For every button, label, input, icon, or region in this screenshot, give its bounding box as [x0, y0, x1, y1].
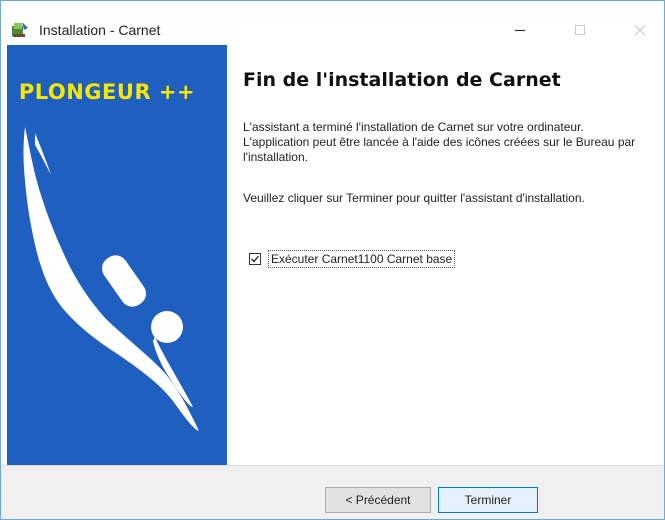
wizard-content: Fin de l'installation de Carnet L'assist…: [227, 45, 664, 465]
button-bar: < Précédent Terminer: [1, 465, 664, 519]
installer-window: Installation - Carnet PLONGEUR ++ Fin de…: [0, 0, 665, 520]
checkmark-icon: [251, 255, 260, 263]
title-bar[interactable]: Installation - Carnet: [1, 1, 664, 41]
page-title: Fin de l'installation de Carnet: [243, 69, 561, 91]
run-app-option[interactable]: Exécuter Carnet1100 Carnet base: [249, 250, 456, 268]
close-button[interactable]: [617, 15, 663, 45]
wizard-banner: PLONGEUR ++: [7, 45, 227, 465]
finish-instruction: Veuillez cliquer sur Terminer pour quitt…: [243, 191, 585, 205]
diver-silhouette-icon: [23, 127, 199, 431]
window-title: Installation - Carnet: [39, 22, 161, 38]
finish-button[interactable]: Terminer: [438, 487, 538, 513]
banner-title: PLONGEUR ++: [18, 80, 196, 104]
run-app-label[interactable]: Exécuter Carnet1100 Carnet base: [268, 250, 456, 268]
minimize-icon: [515, 30, 525, 31]
maximize-icon: [575, 25, 585, 35]
setup-app-icon: [11, 20, 29, 38]
run-app-checkbox[interactable]: [249, 253, 261, 265]
close-icon: [634, 24, 646, 36]
maximize-button[interactable]: [557, 15, 603, 45]
previous-button[interactable]: < Précédent: [325, 487, 431, 513]
minimize-button[interactable]: [497, 15, 543, 45]
completion-message: L'assistant a terminé l'installation de …: [243, 120, 636, 164]
